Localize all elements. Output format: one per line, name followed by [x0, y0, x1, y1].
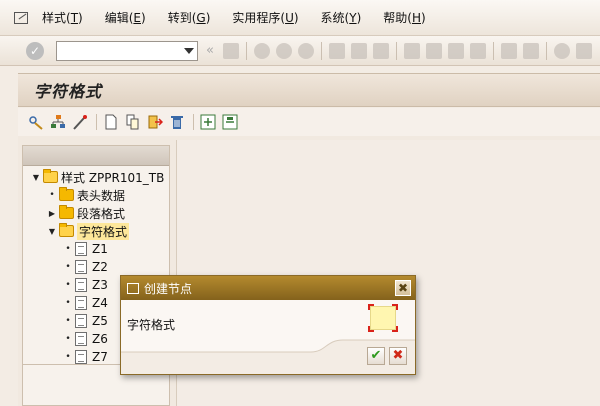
create-document-icon[interactable]	[103, 114, 119, 130]
help-icon[interactable]	[553, 42, 570, 59]
menu-help[interactable]: 帮助(H)	[383, 9, 425, 26]
close-icon: ✖	[397, 281, 409, 295]
menu-style[interactable]: 样式(T)	[42, 9, 83, 26]
page-title: 字符格式	[34, 82, 103, 101]
find-next-icon[interactable]	[372, 42, 389, 59]
display-change-icon[interactable]	[28, 114, 44, 130]
format-document-icon	[75, 296, 87, 310]
tree-item[interactable]: • Z4	[63, 294, 108, 312]
format-document-icon	[75, 260, 87, 274]
collapse-triangle-icon[interactable]: ▼	[47, 227, 57, 236]
format-document-icon	[75, 332, 87, 346]
required-field-marker	[368, 326, 374, 332]
expand-node-icon[interactable]	[200, 114, 216, 130]
leaf-bullet-icon: •	[65, 352, 71, 362]
command-field[interactable]	[56, 40, 198, 61]
format-document-icon	[75, 242, 87, 256]
menu-edit[interactable]: 编辑(E)	[105, 9, 146, 26]
title-bar: 字符格式	[18, 73, 600, 107]
find-icon[interactable]	[350, 42, 367, 59]
tree-item[interactable]: • Z6	[63, 330, 108, 348]
character-format-label: 字符格式	[127, 318, 176, 332]
toolbar-divider	[492, 41, 494, 60]
required-field-marker	[392, 304, 398, 310]
toolbar-divider	[320, 41, 322, 60]
next-page-icon[interactable]	[447, 42, 464, 59]
exit-icon[interactable]	[275, 42, 292, 59]
collapse-triangle-icon[interactable]: ▼	[31, 173, 41, 182]
tree-item[interactable]: • Z5	[63, 312, 108, 330]
toolbar-divider	[545, 41, 547, 60]
required-field-marker	[392, 326, 398, 332]
toolbar-divider	[193, 114, 194, 130]
tree-item[interactable]: • Z2	[63, 258, 108, 276]
magic-wand-icon[interactable]	[72, 114, 88, 130]
tree-item[interactable]: • Z3	[63, 276, 108, 294]
format-document-icon	[75, 278, 87, 292]
chevron-down-icon[interactable]	[184, 47, 194, 54]
app-menu-icon[interactable]	[14, 11, 28, 24]
check-icon: ✔	[370, 348, 382, 363]
cancel-icon[interactable]	[297, 42, 314, 59]
format-document-icon	[75, 350, 87, 364]
toolbar-divider	[395, 41, 397, 60]
leaf-bullet-icon: •	[65, 334, 71, 344]
dialog-window-icon	[127, 282, 139, 294]
folder-icon	[59, 205, 74, 219]
leaf-bullet-icon: •	[65, 298, 71, 308]
menu-utilities[interactable]: 实用程序(U)	[232, 9, 298, 26]
tree-node-character-formats[interactable]: ▼ 字符格式	[47, 222, 130, 240]
last-page-icon[interactable]	[469, 42, 486, 59]
cancel-button[interactable]: ✖	[389, 347, 407, 365]
folder-open-icon	[43, 169, 58, 183]
leaf-bullet-icon: •	[65, 316, 71, 326]
enter-check-icon[interactable]: ✓	[26, 41, 44, 60]
tree-node-header-data[interactable]: • 表头数据	[47, 186, 125, 204]
leaf-bullet-icon: •	[65, 280, 71, 290]
menu-bar: 样式(T) 编辑(E) 转到(G) 实用程序(U) 系统(Y) 帮助(H)	[0, 0, 600, 36]
rename-icon[interactable]	[147, 114, 163, 130]
print-icon[interactable]	[328, 42, 345, 59]
copy-icon[interactable]	[125, 114, 141, 130]
collapse-node-icon[interactable]	[222, 114, 238, 130]
save-icon[interactable]	[222, 42, 239, 59]
folder-icon	[59, 187, 74, 201]
tree-header	[23, 146, 169, 166]
leaf-bullet-icon: •	[49, 190, 55, 200]
toolbar-divider	[245, 41, 247, 60]
tree-node-root[interactable]: ▼ 样式 ZPPR101_TB	[31, 168, 164, 186]
history-arrows-icon: «	[206, 43, 214, 58]
menu-goto[interactable]: 转到(G)	[168, 9, 211, 26]
application-toolbar	[18, 108, 600, 136]
first-page-icon[interactable]	[403, 42, 420, 59]
standard-toolbar: ✓ «	[0, 36, 600, 66]
previous-page-icon[interactable]	[425, 42, 442, 59]
shortcut-icon[interactable]	[522, 42, 539, 59]
create-node-dialog: 创建节点 ✖ 字符格式 ✔ ✖	[120, 275, 416, 375]
format-document-icon	[75, 314, 87, 328]
folder-open-icon	[59, 223, 74, 237]
expand-triangle-icon[interactable]: ▶	[47, 209, 57, 218]
cancel-x-icon: ✖	[392, 348, 404, 363]
leaf-bullet-icon: •	[65, 262, 71, 272]
tree-item[interactable]: • Z1	[63, 240, 108, 258]
tree-node-paragraph-formats[interactable]: ▶ 段落格式	[47, 204, 125, 222]
close-button[interactable]: ✖	[395, 280, 411, 296]
toolbar-divider	[96, 114, 97, 130]
delete-icon[interactable]	[169, 114, 185, 130]
dialog-title: 创建节点	[144, 281, 193, 296]
layout-icon[interactable]	[575, 42, 592, 59]
required-field-marker	[368, 304, 374, 310]
hierarchy-icon[interactable]	[50, 114, 66, 130]
confirm-button[interactable]: ✔	[367, 347, 385, 365]
leaf-bullet-icon: •	[65, 244, 71, 254]
back-icon[interactable]	[253, 42, 270, 59]
new-session-icon[interactable]	[500, 42, 517, 59]
character-format-input[interactable]	[368, 304, 398, 332]
tree-item[interactable]: • Z7	[63, 348, 108, 366]
dialog-title-bar[interactable]: 创建节点 ✖	[121, 276, 415, 300]
menu-system[interactable]: 系统(Y)	[321, 9, 362, 26]
